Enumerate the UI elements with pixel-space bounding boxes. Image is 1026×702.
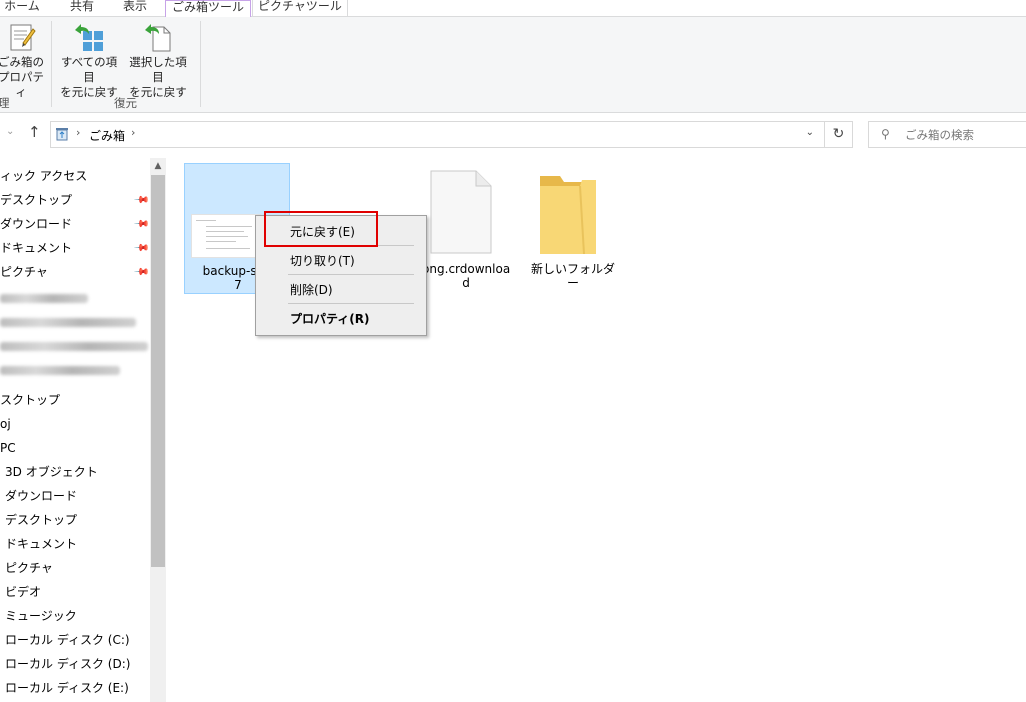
properties-icon: [5, 21, 37, 53]
tab-share[interactable]: 共有: [58, 0, 106, 17]
nav-local-disk-e[interactable]: ローカル ディスク (E:): [5, 677, 129, 699]
file-name-line1: png.crdownloa: [421, 262, 511, 276]
nav-oj[interactable]: oj: [0, 413, 11, 435]
highlight-annotation-box: [264, 211, 378, 247]
breadcrumb-recycle-bin[interactable]: ごみ箱: [89, 127, 125, 144]
nav-desktop[interactable]: スクトップ: [0, 389, 60, 411]
nav-3d-objects[interactable]: 3D オブジェクト: [5, 461, 98, 483]
menu-separator: [288, 303, 414, 304]
nav-pinned-downloads[interactable]: ダウンロード: [0, 213, 72, 235]
blurred-nav-item: [0, 366, 120, 375]
ribbon-group-divider: [51, 21, 52, 107]
restore-selected-label-line2: を元に戻す: [129, 85, 187, 99]
file-name: 新しいフォルダー: [530, 262, 615, 290]
nav-music[interactable]: ミュージック: [5, 605, 77, 627]
menu-separator: [288, 274, 414, 275]
group-label-restore: 復元: [114, 96, 137, 110]
breadcrumb-separator-icon[interactable]: ›: [76, 126, 80, 139]
restore-all-icon: [73, 21, 105, 53]
menu-item-cut[interactable]: 切り取り(T): [258, 250, 424, 272]
nav-documents[interactable]: ドキュメント: [5, 533, 77, 555]
restore-all-label-line2: を元に戻す: [60, 85, 118, 99]
ribbon: ごみ箱の プロパティ すべての項目 を元に戻す 選択した項目 を元に戻す 理 復…: [0, 17, 1026, 113]
file-name-line2: 7: [234, 278, 242, 292]
nav-scrollbar[interactable]: ▲: [150, 158, 166, 702]
nav-this-pc[interactable]: PC: [0, 437, 16, 459]
restore-selected-items-button[interactable]: 選択した項目 を元に戻す: [125, 21, 191, 100]
file-name-line2: d: [462, 276, 470, 290]
nav-pinned-desktop[interactable]: デスクトップ: [0, 189, 72, 211]
nav-pinned-pictures[interactable]: ピクチャ: [0, 261, 48, 283]
ribbon-group-divider: [200, 21, 201, 107]
navigation-bar: ⌄ ↑ › ごみ箱 › ⌄ ↻ ⚲: [0, 113, 1026, 158]
pin-icon: 📌: [132, 216, 150, 233]
group-label-manage: 理: [0, 96, 10, 110]
tab-recycle-bin-tools[interactable]: ごみ箱ツール: [165, 0, 251, 18]
tab-picture-tools[interactable]: ピクチャツール: [252, 0, 348, 17]
ribbon-tab-bar: ホーム 共有 表示 ごみ箱ツール ピクチャツール: [0, 0, 1026, 18]
address-dropdown-icon[interactable]: ⌄: [806, 127, 814, 138]
nav-quick-access[interactable]: ィック アクセス: [0, 165, 87, 187]
restore-selected-icon: [142, 21, 174, 53]
blurred-nav-item: [0, 318, 136, 327]
menu-item-delete[interactable]: 削除(D): [258, 279, 424, 301]
file-name: png.crdownloa d: [418, 262, 514, 290]
recent-locations-chevron-icon[interactable]: ⌄: [6, 126, 14, 137]
navigation-pane: ィック アクセス デスクトップ 📌 ダウンロード 📌 ドキュメント 📌 ピクチャ…: [0, 158, 168, 702]
blurred-nav-item: [0, 342, 148, 351]
search-input[interactable]: [905, 125, 1023, 144]
tab-view[interactable]: 表示: [114, 0, 156, 17]
scroll-up-arrow-icon[interactable]: ▲: [150, 158, 166, 175]
pin-icon: 📌: [132, 192, 150, 209]
recycle-bin-icon: [55, 127, 69, 141]
props-label-line1: ごみ箱の: [0, 55, 44, 69]
breadcrumb-separator-icon[interactable]: ›: [131, 126, 135, 139]
menu-item-properties[interactable]: プロパティ(R): [258, 308, 424, 330]
nav-downloads[interactable]: ダウンロード: [5, 485, 77, 507]
restore-all-items-button[interactable]: すべての項目 を元に戻す: [56, 21, 122, 100]
nav-pictures[interactable]: ピクチャ: [5, 557, 53, 579]
scrollbar-thumb[interactable]: [151, 175, 165, 567]
refresh-icon: ↻: [832, 126, 845, 142]
folder-icon: [540, 174, 596, 256]
up-arrow-icon[interactable]: ↑: [28, 123, 41, 141]
recycle-bin-properties-button[interactable]: ごみ箱の プロパティ: [0, 21, 46, 100]
restore-selected-label-line1: 選択した項目: [129, 55, 187, 84]
nav-pinned-documents[interactable]: ドキュメント: [0, 237, 72, 259]
nav-desktop-pc[interactable]: デスクトップ: [5, 509, 77, 531]
nav-videos[interactable]: ビデオ: [5, 581, 41, 603]
document-thumbnail-icon: [191, 214, 261, 258]
restore-all-label-line1: すべての項目: [60, 55, 118, 84]
nav-local-disk-d[interactable]: ローカル ディスク (D:): [5, 653, 130, 675]
pin-icon: 📌: [132, 264, 150, 281]
blurred-nav-item: [0, 294, 88, 303]
search-icon: ⚲: [881, 127, 890, 141]
refresh-button[interactable]: ↻: [825, 121, 853, 148]
search-box[interactable]: ⚲: [868, 121, 1026, 148]
nav-local-disk-c[interactable]: ローカル ディスク (C:): [5, 629, 130, 651]
tab-home[interactable]: ホーム: [0, 0, 44, 17]
pin-icon: 📌: [132, 240, 150, 257]
address-bar[interactable]: › ごみ箱 › ⌄: [50, 121, 825, 148]
blank-file-icon: [430, 170, 492, 254]
